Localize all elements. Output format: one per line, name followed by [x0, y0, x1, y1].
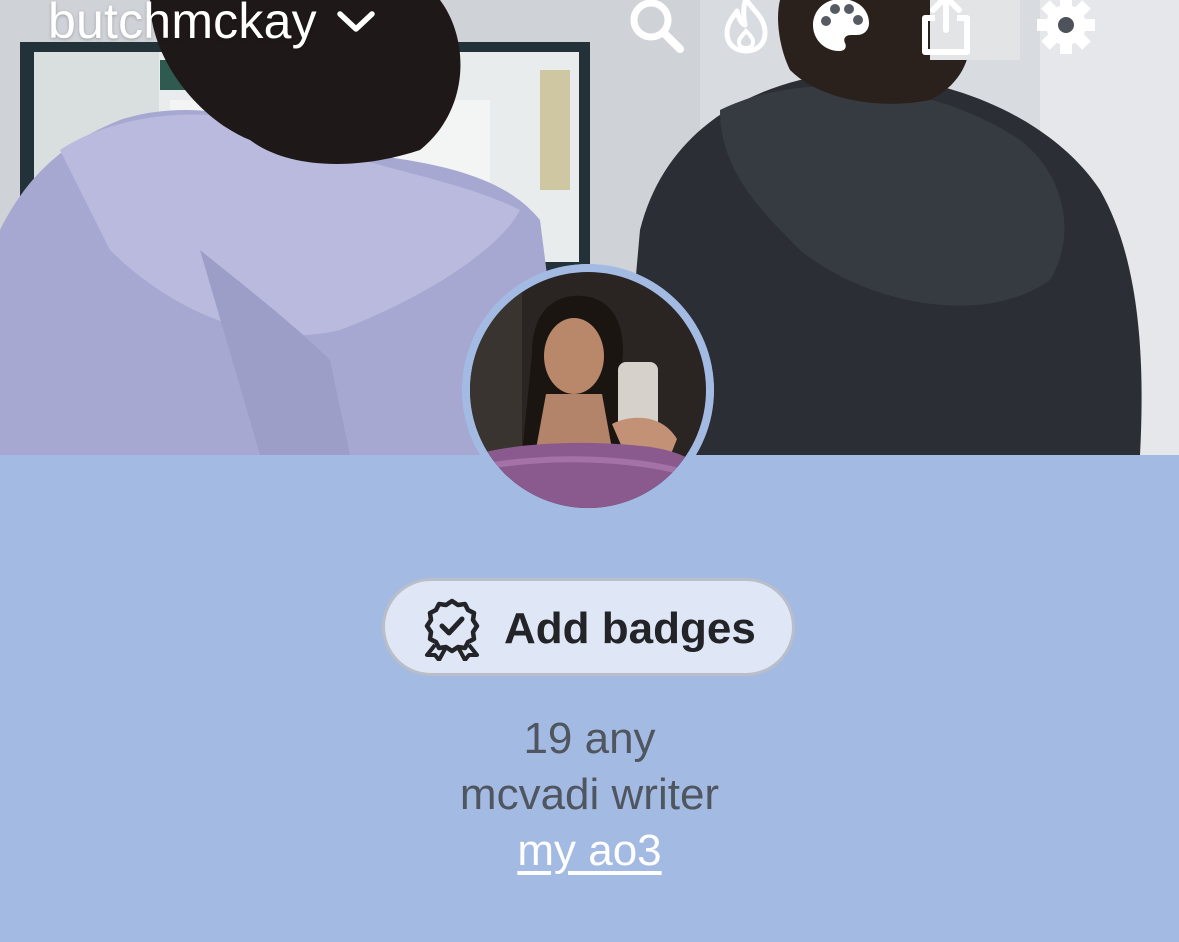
share-icon[interactable]: [913, 0, 979, 58]
flame-icon[interactable]: [713, 0, 779, 58]
blog-switcher[interactable]: butchmckay: [48, 0, 375, 50]
top-bar: butchmckay: [0, 0, 1179, 60]
badge-icon: [421, 597, 483, 666]
add-badges-label: Add badges: [504, 604, 756, 653]
palette-icon[interactable]: [808, 0, 874, 58]
ao3-link[interactable]: my ao3: [517, 826, 661, 875]
avatar-photo: [462, 264, 714, 516]
add-badges-button[interactable]: Add badges: [382, 578, 795, 676]
search-icon[interactable]: [623, 0, 689, 58]
description-line: mcvadi writer: [459, 770, 720, 819]
gear-icon[interactable]: [1033, 0, 1099, 58]
description-line: 19 any: [523, 714, 656, 763]
description-link-container: my ao3: [0, 826, 1179, 876]
chevron-down-icon: [337, 10, 375, 39]
blog-name: butchmckay: [48, 0, 317, 49]
avatar[interactable]: [462, 264, 714, 516]
